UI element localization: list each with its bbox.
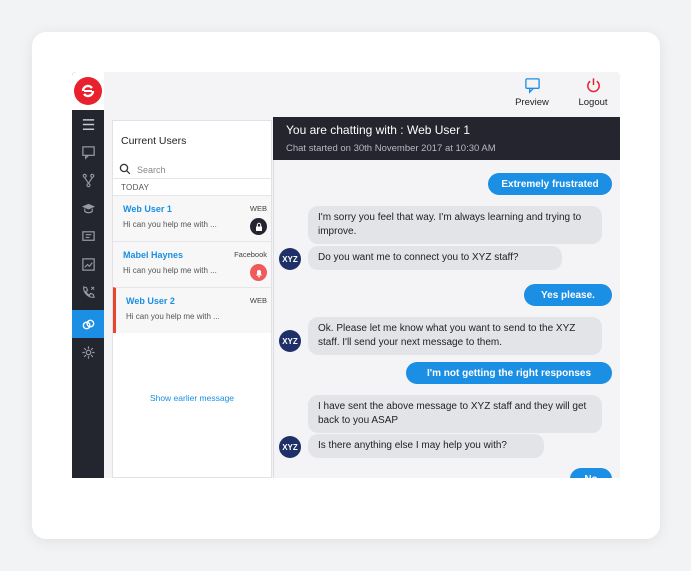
outgoing-message: Yes please. <box>524 284 612 306</box>
search-icon <box>119 163 131 175</box>
bell-icon[interactable] <box>250 264 267 281</box>
incoming-message: Ok. Please let me know what you want to … <box>308 317 602 355</box>
chat-header: You are chatting with : Web User 1 Chat … <box>273 117 620 160</box>
flow-icon[interactable] <box>72 166 104 194</box>
chart-icon[interactable] <box>72 250 104 278</box>
phone-icon[interactable] <box>72 278 104 306</box>
brand-logo <box>72 72 104 110</box>
user-preview: Hi can you help me with ... <box>123 220 217 229</box>
chat-title: You are chatting with : Web User 1 <box>286 123 471 137</box>
show-earlier-link[interactable]: Show earlier message <box>113 393 271 403</box>
logout-label: Logout <box>578 97 608 108</box>
incoming-message: Is there anything else I may help you wi… <box>308 434 544 458</box>
user-source: WEB <box>249 296 267 305</box>
user-source: Facebook <box>234 250 267 259</box>
preview-icon <box>524 78 540 94</box>
outgoing-message: Extremely frustrated <box>488 173 612 195</box>
user-preview: Hi can you help me with ... <box>123 266 217 275</box>
app-window: Preview Logout Current Users TODAY Web U… <box>72 72 620 478</box>
outgoing-message: No <box>570 468 612 478</box>
chat-subtitle: Chat started on 30th November 2017 at 10… <box>286 143 496 154</box>
logout-button[interactable]: Logout <box>570 75 616 111</box>
user-preview: Hi can you help me with ... <box>126 312 220 321</box>
outgoing-message: I'm not getting the right responses <box>406 362 612 384</box>
logo-icon <box>74 77 102 105</box>
user-row-mabel-haynes[interactable]: Mabel Haynes Hi can you help me with ...… <box>113 241 271 287</box>
sidebar-rail <box>72 72 104 478</box>
panel-title: Current Users <box>121 135 187 147</box>
user-row-web-user-1[interactable]: Web User 1 Hi can you help me with ... W… <box>113 195 271 241</box>
link-icon[interactable] <box>72 310 104 338</box>
chat-body: Extremely frustrated I'm sorry you feel … <box>273 160 620 478</box>
incoming-message: I'm sorry you feel that way. I'm always … <box>308 206 602 244</box>
current-users-panel: Current Users TODAY Web User 1 Hi can yo… <box>112 120 272 478</box>
monitor-icon[interactable] <box>72 222 104 250</box>
search-input[interactable] <box>137 162 265 177</box>
incoming-message: Do you want me to connect you to XYZ sta… <box>308 246 562 270</box>
avatar: XYZ <box>279 248 301 270</box>
avatar: XYZ <box>279 436 301 458</box>
lock-icon[interactable] <box>250 218 267 235</box>
search-bar <box>113 161 271 179</box>
gear-icon[interactable] <box>72 338 104 366</box>
user-name: Web User 1 <box>123 204 172 214</box>
user-name: Mabel Haynes <box>123 250 184 260</box>
top-bar: Preview Logout <box>104 72 620 116</box>
chat-icon[interactable] <box>72 138 104 166</box>
preview-label: Preview <box>515 97 549 108</box>
power-icon <box>586 78 600 93</box>
avatar: XYZ <box>279 330 301 352</box>
menu-icon[interactable] <box>72 110 104 138</box>
section-label-today: TODAY <box>121 183 150 192</box>
user-source: WEB <box>249 204 267 213</box>
user-row-web-user-2[interactable]: Web User 2 Hi can you help me with ... W… <box>113 287 271 333</box>
user-name: Web User 2 <box>126 296 175 306</box>
preview-button[interactable]: Preview <box>509 75 555 111</box>
incoming-message: I have sent the above message to XYZ sta… <box>308 395 602 433</box>
graduation-cap-icon[interactable] <box>72 194 104 222</box>
